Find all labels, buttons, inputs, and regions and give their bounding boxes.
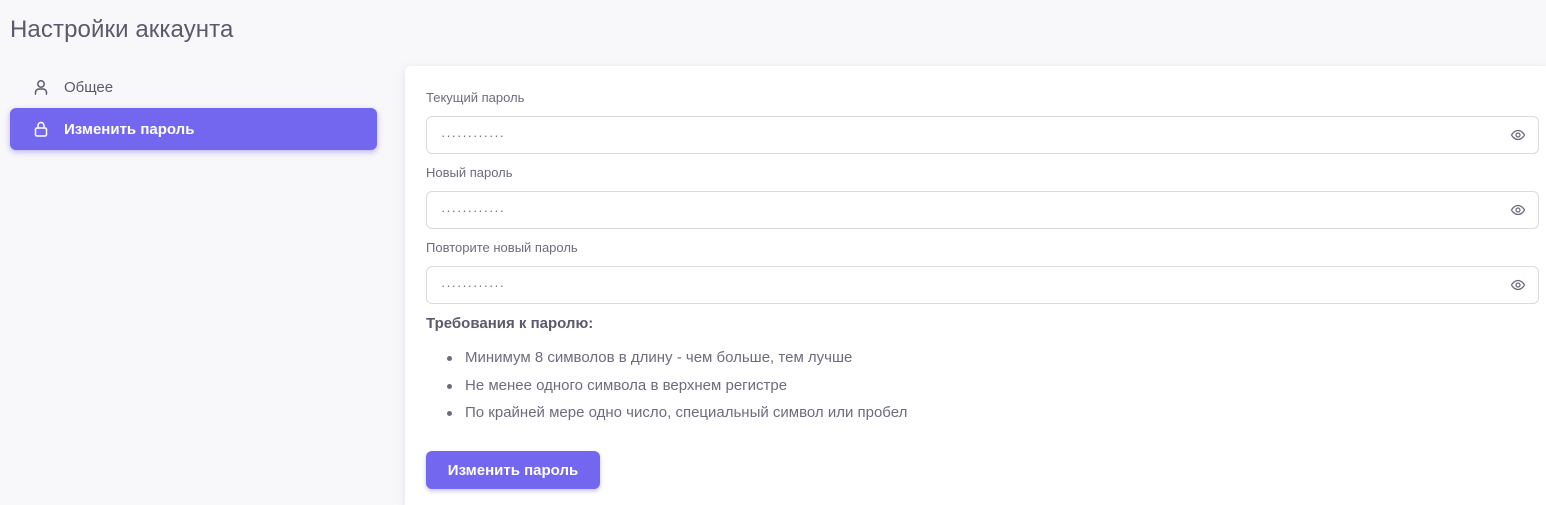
sidebar-item-label: Общее [64,78,114,96]
settings-sidebar: Общее Изменить пароль [10,66,377,150]
list-item: По крайней мере одно число, специальный … [447,401,907,429]
current-password-field: Текущий пароль [426,90,1539,154]
current-password-wrap [426,116,1539,154]
new-password-input[interactable] [427,192,1538,228]
eye-icon[interactable] [1510,127,1526,143]
page-title: Настройки аккаунта [10,16,234,43]
confirm-password-label: Повторите новый пароль [426,240,578,255]
account-settings-page: Настройки аккаунта Общее Изменить пароль [0,0,1546,505]
password-requirements-title: Требования к паролю: [426,315,594,332]
current-password-label: Текущий пароль [426,90,525,105]
list-item: Минимум 8 символов в длину - чем больше,… [447,346,907,374]
sidebar-item-label: Изменить пароль [64,120,195,138]
lock-icon [32,120,50,138]
confirm-password-wrap [426,266,1539,304]
list-item: Не менее одного символа в верхнем регист… [447,374,907,402]
sidebar-item-change-password[interactable]: Изменить пароль [10,108,377,150]
eye-icon[interactable] [1510,202,1526,218]
new-password-label: Новый пароль [426,165,513,180]
eye-icon[interactable] [1510,277,1526,293]
password-requirements-list: Минимум 8 символов в длину - чем больше,… [447,346,907,429]
current-password-input[interactable] [427,117,1538,153]
user-icon [32,78,50,96]
new-password-wrap [426,191,1539,229]
confirm-password-input[interactable] [427,267,1538,303]
change-password-button[interactable]: Изменить пароль [426,451,600,489]
confirm-password-field: Повторите новый пароль [426,240,1539,304]
new-password-field: Новый пароль [426,165,1539,229]
change-password-card: Текущий пароль Новый пароль [405,66,1546,505]
sidebar-item-general[interactable]: Общее [10,66,377,108]
